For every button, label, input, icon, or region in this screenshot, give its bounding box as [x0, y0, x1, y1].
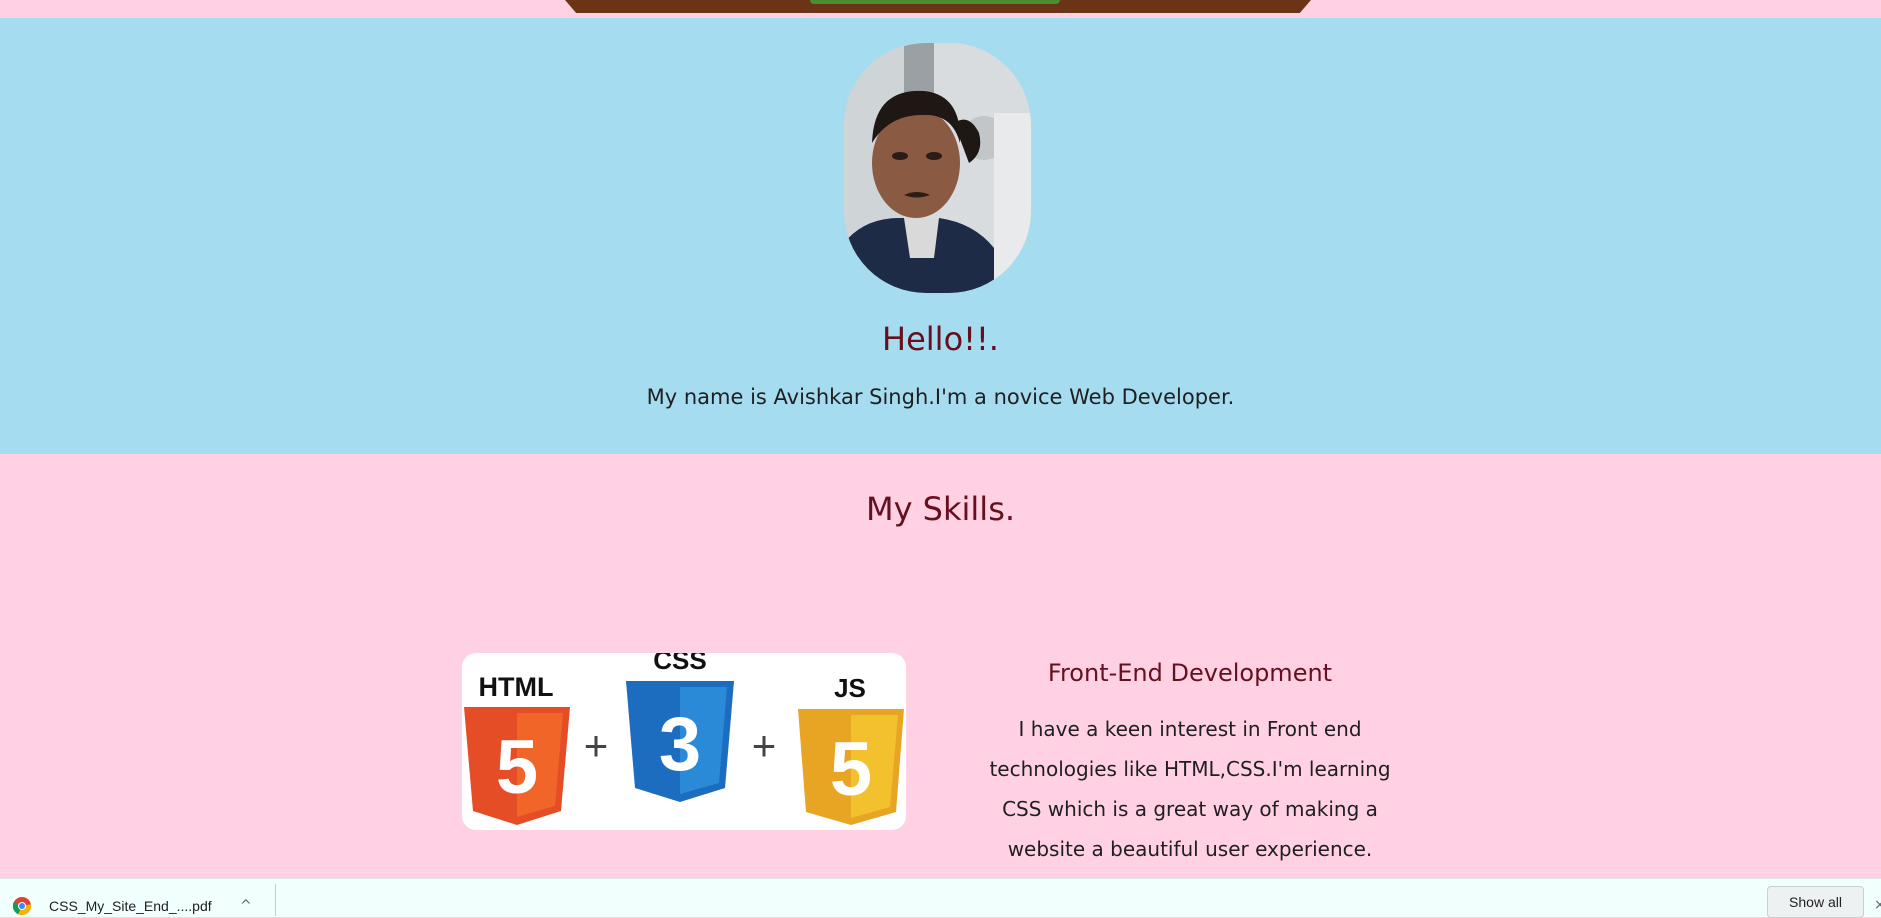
description-line: technologies like HTML,CSS.I'm learning [989, 757, 1391, 781]
plus-icon-2: + [752, 722, 777, 769]
html-logo-label: HTML [479, 672, 554, 702]
css3-number: 3 [659, 702, 701, 787]
description-line: website a beautiful user experience. [1007, 837, 1373, 861]
close-icon[interactable]: × [1874, 897, 1881, 913]
frontend-heading: Front-End Development [1047, 659, 1333, 687]
frontend-description: I have a keen interest in Front end tech… [980, 709, 1400, 869]
css3-icon: 3 [626, 681, 734, 802]
chevron-up-icon[interactable]: ^ [240, 898, 252, 914]
skills-section: My Skills. HTML 5 + CSS 3 + JS 5 Front-E… [0, 454, 1881, 878]
chrome-icon [13, 897, 31, 915]
frontend-skill-card: Front-End Development I have a keen inte… [980, 659, 1400, 869]
html5-icon: 5 [464, 707, 570, 825]
description-line: I have a keen interest in Front end [1018, 717, 1362, 741]
tech-logos-image: HTML 5 + CSS 3 + JS 5 [462, 653, 906, 830]
mountain-grass [810, 0, 1060, 4]
description-line: CSS which is a great way of making a [1002, 797, 1378, 821]
css-logo-label: CSS [653, 653, 706, 675]
download-file-name[interactable]: CSS_My_Site_End_....pdf [49, 898, 212, 914]
js-logo-label: JS [834, 673, 866, 703]
about-section: Hello!!. My name is Avishkar Singh.I'm a… [0, 18, 1881, 454]
intro-text: My name is Avishkar Singh.I'm a novice W… [646, 385, 1235, 409]
plus-icon: + [584, 722, 609, 769]
skills-heading: My Skills. [865, 490, 1016, 528]
html5-number: 5 [496, 725, 538, 810]
hello-heading: Hello!!. [882, 320, 999, 358]
js-number: 5 [830, 727, 872, 812]
avatar [844, 43, 1031, 293]
profile-photo [844, 43, 1031, 293]
js-icon: 5 [798, 709, 904, 825]
download-bar [0, 878, 1881, 917]
show-all-button[interactable]: Show all [1767, 886, 1864, 918]
divider [275, 884, 276, 916]
